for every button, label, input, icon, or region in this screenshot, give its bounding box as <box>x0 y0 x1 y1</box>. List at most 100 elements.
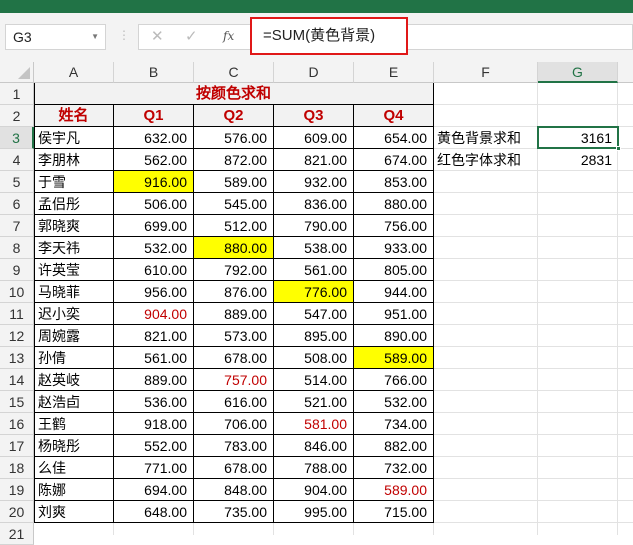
value-cell[interactable]: 715.00 <box>354 501 434 523</box>
value-cell[interactable]: 880.00 <box>194 237 274 259</box>
value-cell[interactable]: 561.00 <box>274 259 354 281</box>
value-cell[interactable]: 616.00 <box>194 391 274 413</box>
name-cell[interactable]: 侯宇凡 <box>34 127 114 149</box>
value-cell[interactable]: 674.00 <box>354 149 434 171</box>
value-cell[interactable]: 956.00 <box>114 281 194 303</box>
value-cell[interactable]: 757.00 <box>194 369 274 391</box>
value-cell[interactable]: 589.00 <box>354 347 434 369</box>
cancel-icon[interactable]: ✕ <box>151 27 164 45</box>
name-cell[interactable]: 于雪 <box>34 171 114 193</box>
column-header-A[interactable]: A <box>34 62 114 83</box>
row-header-4[interactable]: 4 <box>0 149 34 171</box>
value-cell[interactable]: 512.00 <box>194 215 274 237</box>
row-header-21[interactable]: 21 <box>0 523 34 545</box>
name-box[interactable]: G3 ▼ <box>5 24 106 50</box>
column-title[interactable]: 姓名 <box>34 105 114 127</box>
value-cell[interactable]: 890.00 <box>354 325 434 347</box>
value-cell[interactable]: 776.00 <box>274 281 354 303</box>
value-cell[interactable]: 589.00 <box>354 479 434 501</box>
value-cell[interactable]: 654.00 <box>354 127 434 149</box>
value-cell[interactable]: 783.00 <box>194 435 274 457</box>
value-cell[interactable]: 995.00 <box>274 501 354 523</box>
value-cell[interactable]: 521.00 <box>274 391 354 413</box>
row-header-15[interactable]: 15 <box>0 391 34 413</box>
value-cell[interactable]: 734.00 <box>354 413 434 435</box>
value-cell[interactable]: 805.00 <box>354 259 434 281</box>
value-cell[interactable]: 699.00 <box>114 215 194 237</box>
name-cell[interactable]: 么佳 <box>34 457 114 479</box>
name-cell[interactable]: 迟小奕 <box>34 303 114 325</box>
value-cell[interactable]: 792.00 <box>194 259 274 281</box>
formula-input[interactable]: =SUM(黄色背景) <box>250 17 408 55</box>
row-header-7[interactable]: 7 <box>0 215 34 237</box>
column-header-E[interactable]: E <box>354 62 434 83</box>
value-cell[interactable]: 706.00 <box>194 413 274 435</box>
value-cell[interactable]: 848.00 <box>194 479 274 501</box>
row-header-2[interactable]: 2 <box>0 105 34 127</box>
value-cell[interactable]: 545.00 <box>194 193 274 215</box>
value-cell[interactable]: 951.00 <box>354 303 434 325</box>
value-cell[interactable]: 589.00 <box>194 171 274 193</box>
value-cell[interactable]: 916.00 <box>114 171 194 193</box>
enter-check-icon[interactable]: ✓ <box>185 27 198 45</box>
value-cell[interactable]: 889.00 <box>114 369 194 391</box>
value-cell[interactable]: 872.00 <box>194 149 274 171</box>
column-title[interactable]: Q1 <box>114 105 194 127</box>
value-cell[interactable]: 562.00 <box>114 149 194 171</box>
spreadsheet-grid[interactable]: A B C D E F G 1 2 3 4 5 6 7 8 9 10 11 12 13 14 15 16 17 18 19 20 21… <box>0 62 633 545</box>
value-cell[interactable]: 538.00 <box>274 237 354 259</box>
value-cell[interactable]: 532.00 <box>354 391 434 413</box>
row-header-20[interactable]: 20 <box>0 501 34 523</box>
column-title[interactable]: Q3 <box>274 105 354 127</box>
name-cell[interactable]: 刘爽 <box>34 501 114 523</box>
value-cell[interactable]: 895.00 <box>274 325 354 347</box>
name-cell[interactable]: 孟侣彤 <box>34 193 114 215</box>
row-header-11[interactable]: 11 <box>0 303 34 325</box>
value-cell[interactable]: 944.00 <box>354 281 434 303</box>
summary-value[interactable]: 2831 <box>538 149 618 171</box>
value-cell[interactable]: 853.00 <box>354 171 434 193</box>
value-cell[interactable]: 694.00 <box>114 479 194 501</box>
value-cell[interactable]: 756.00 <box>354 215 434 237</box>
value-cell[interactable]: 506.00 <box>114 193 194 215</box>
row-header-12[interactable]: 12 <box>0 325 34 347</box>
value-cell[interactable]: 581.00 <box>274 413 354 435</box>
name-cell[interactable]: 许英莹 <box>34 259 114 281</box>
fill-handle[interactable] <box>616 146 621 151</box>
value-cell[interactable]: 610.00 <box>114 259 194 281</box>
name-cell[interactable]: 周婉露 <box>34 325 114 347</box>
value-cell[interactable]: 552.00 <box>114 435 194 457</box>
row-header-19[interactable]: 19 <box>0 479 34 501</box>
name-cell[interactable]: 李天祎 <box>34 237 114 259</box>
value-cell[interactable]: 882.00 <box>354 435 434 457</box>
name-cell[interactable]: 杨晓彤 <box>34 435 114 457</box>
value-cell[interactable]: 609.00 <box>274 127 354 149</box>
value-cell[interactable]: 732.00 <box>354 457 434 479</box>
value-cell[interactable]: 880.00 <box>354 193 434 215</box>
column-header-C[interactable]: C <box>194 62 274 83</box>
value-cell[interactable]: 532.00 <box>114 237 194 259</box>
drag-handle-icon[interactable]: ⋮ <box>118 28 130 42</box>
column-header-D[interactable]: D <box>274 62 354 83</box>
value-cell[interactable]: 771.00 <box>114 457 194 479</box>
row-header-14[interactable]: 14 <box>0 369 34 391</box>
value-cell[interactable]: 536.00 <box>114 391 194 413</box>
value-cell[interactable]: 678.00 <box>194 347 274 369</box>
value-cell[interactable]: 648.00 <box>114 501 194 523</box>
column-header-next[interactable] <box>618 62 633 83</box>
row-header-8[interactable]: 8 <box>0 237 34 259</box>
value-cell[interactable]: 918.00 <box>114 413 194 435</box>
value-cell[interactable]: 678.00 <box>194 457 274 479</box>
row-header-18[interactable]: 18 <box>0 457 34 479</box>
chevron-down-icon[interactable]: ▼ <box>91 25 99 49</box>
value-cell[interactable]: 766.00 <box>354 369 434 391</box>
column-header-F[interactable]: F <box>434 62 538 83</box>
row-header-5[interactable]: 5 <box>0 171 34 193</box>
name-cell[interactable]: 陈娜 <box>34 479 114 501</box>
name-cell[interactable]: 孙倩 <box>34 347 114 369</box>
row-header-6[interactable]: 6 <box>0 193 34 215</box>
row-header-13[interactable]: 13 <box>0 347 34 369</box>
row-header-1[interactable]: 1 <box>0 83 34 105</box>
value-cell[interactable]: 876.00 <box>194 281 274 303</box>
table-title[interactable]: 按颜色求和 <box>34 83 434 105</box>
